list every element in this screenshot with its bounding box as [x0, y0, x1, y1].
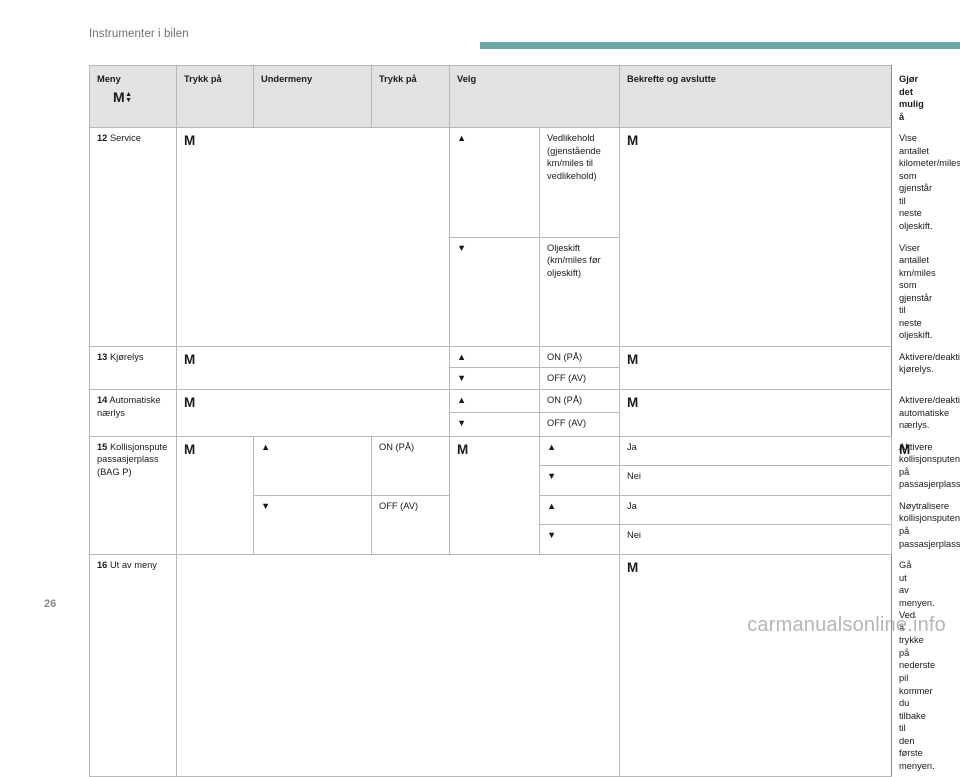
page-header: Instrumenter i bilen: [0, 28, 960, 52]
table-row: 16 Ut av meny M Gå ut av menyen. Ved å t…: [89, 554, 935, 777]
select-label-14-2: OFF (AV): [539, 412, 620, 437]
table-row: 12 Service M ▲ Vedlikehold (gjenstående …: [89, 127, 960, 347]
column-header-trykk-pa-1: Trykk på: [176, 64, 254, 129]
empty-cell-16: [176, 554, 620, 777]
column-header-velg: Velg: [449, 64, 620, 129]
down-arrow-icon: ▼: [125, 97, 133, 105]
press-m-cell-14: M: [176, 389, 450, 437]
m-letter: M: [184, 133, 195, 149]
menu-index-13: 13: [97, 351, 108, 362]
select-arrow-15-3: ▲: [539, 494, 620, 526]
menu-index-15: 15: [97, 441, 108, 452]
watermark: carmanualsonline.info: [747, 614, 946, 636]
m-letter: M: [627, 351, 638, 367]
select-label-12-2: Oljeskift (km/miles før oljeskift): [539, 236, 620, 347]
description-16-line1: Gå ut av menyen.: [899, 560, 935, 608]
submenu-label-15-2: OFF (AV): [371, 494, 450, 556]
column-header-meny: Meny M ▲ ▼: [89, 64, 177, 129]
column-header-trykk-pa-2: Trykk på: [371, 64, 450, 129]
select-label-14-1: ON (PÅ): [539, 389, 620, 414]
page-number: 26: [44, 598, 57, 610]
confirm-m-cell-13: M: [619, 345, 892, 391]
select-arrow-12-2: ▼: [449, 236, 540, 347]
submenu-arrow-15-2: ▼: [253, 494, 372, 556]
confirm-m-cell-16: M: [619, 554, 892, 777]
table-row: 15 Kollisjonspute passasjerplass (BAG P)…: [89, 435, 960, 556]
select-arrow-15-2: ▼: [539, 465, 620, 496]
column-header-undermeny: Undermeny: [253, 64, 372, 129]
select-arrow-13-2: ▼: [449, 367, 540, 391]
page-title: Instrumenter i bilen: [89, 28, 189, 40]
menu-name-cell-14: 14 Automatiske nærlys: [89, 389, 177, 437]
menu-label-13: Kjørelys: [109, 351, 144, 362]
submenu-label-15-1: ON (PÅ): [371, 435, 450, 496]
select-arrow-15-1: ▲: [539, 435, 620, 467]
select-label-15-1: Ja: [619, 435, 892, 467]
select-arrow-15-4: ▼: [539, 524, 620, 556]
meny-m-button-glyph: M ▲ ▼: [113, 88, 170, 107]
confirm-m-cell-12: M: [619, 127, 892, 347]
menu-name-cell-12: 12 Service: [89, 127, 177, 347]
column-header-bekrefte-og-avslutte: Bekrefte og avslutte: [619, 64, 892, 129]
column-header-meny-label: Meny: [97, 74, 121, 84]
submenu-arrow-15-1: ▲: [253, 435, 372, 496]
select-label-15-2: Nei: [619, 465, 892, 496]
menu-name-cell-13: 13 Kjørelys: [89, 345, 177, 391]
m-letter: M: [184, 395, 195, 411]
select-label-13-1: ON (PÅ): [539, 345, 620, 369]
table-header-row: Meny M ▲ ▼ Trykk på Undermeny Trykk på Vel…: [89, 64, 924, 129]
select-label-13-2: OFF (AV): [539, 367, 620, 391]
select-label-15-4: Nei: [619, 524, 892, 556]
menu-name-cell-15: 15 Kollisjonspute passasjerplass (BAG P): [89, 435, 177, 556]
m-letter: M: [184, 441, 195, 457]
m-letter: M: [184, 351, 195, 367]
select-label-12-1: Vedlikehold (gjenstående km/miles til ve…: [539, 127, 620, 238]
menu-reference-table: Meny M ▲ ▼ Trykk på Undermeny Trykk på Vel…: [89, 64, 960, 777]
select-arrow-12-1: ▲: [449, 127, 540, 238]
press-m-cell-15: M: [176, 435, 254, 556]
table-row: 14 Automatiske nærlys M ▲ ON (PÅ) M Akti…: [89, 389, 960, 437]
menu-label-14: Automatiske nærlys: [97, 395, 161, 418]
press-m-cell-13: M: [176, 345, 450, 391]
menu-index-16: 16: [97, 560, 108, 571]
select-arrow-14-2: ▼: [449, 412, 540, 437]
m-letter: M: [457, 441, 468, 457]
m-letter: M: [627, 560, 638, 576]
table-row: 13 Kjørelys M ▲ ON (PÅ) M Aktivere/deakt…: [89, 345, 960, 391]
m-letter: M: [627, 133, 638, 149]
select-arrow-13-1: ▲: [449, 345, 540, 369]
menu-label-16: Ut av meny: [109, 560, 157, 571]
updown-arrows-icon: ▲ ▼: [125, 91, 133, 105]
m-letter: M: [627, 395, 638, 411]
confirm-m-cell-14: M: [619, 389, 892, 437]
menu-label-12: Service: [109, 133, 141, 144]
menu-index-14: 14: [97, 395, 108, 406]
menu-name-cell-16: 16 Ut av meny: [89, 554, 177, 777]
press-m-cell-12: M: [176, 127, 450, 347]
header-accent-rule: [480, 42, 960, 49]
select-label-15-3: Ja: [619, 494, 892, 526]
menu-label-15: Kollisjonspute passasjerplass (BAG P): [97, 441, 168, 477]
menu-index-12: 12: [97, 133, 108, 144]
select-arrow-14-1: ▲: [449, 389, 540, 414]
m-letter: M: [113, 88, 125, 105]
press-m2-cell-15: M: [449, 435, 540, 556]
